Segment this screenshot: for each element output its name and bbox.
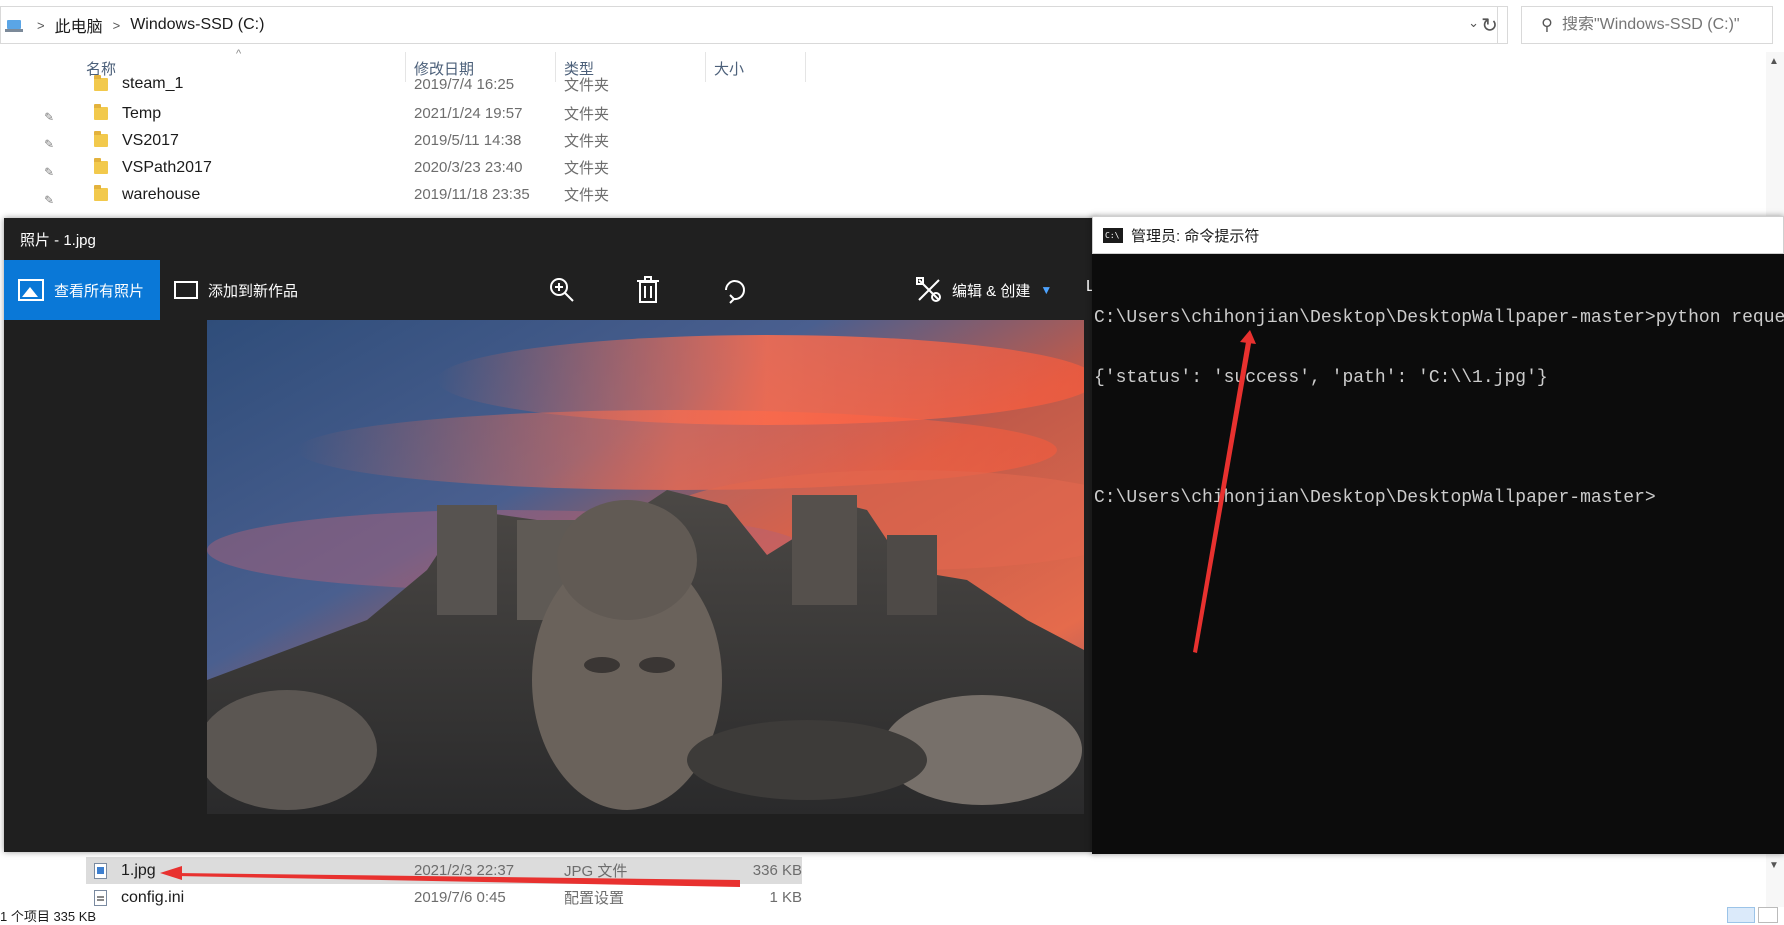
address-bar[interactable]: > 此电脑 > Windows-SSD (C:) ⌄ [0,6,1498,44]
rotate-icon [725,280,745,304]
cmd-output[interactable]: C:\Users\chihonjian\Desktop\DesktopWallp… [1092,254,1784,548]
search-icon: ⚲ [1541,17,1553,34]
this-pc-icon [5,17,27,33]
pin-icon[interactable]: ✏ [41,163,58,180]
pin-icon[interactable]: ✏ [41,135,58,152]
zoom-in-icon [550,278,574,302]
status-bar: 1 个项目 335 KB [0,909,97,924]
cmd-title-bar[interactable]: C:\ 管理员: 命令提示符 [1092,216,1784,254]
search-box[interactable]: ⚲ [1521,6,1773,44]
details-view-button[interactable] [1727,907,1755,923]
scroll-down-icon[interactable]: ▼ [1769,860,1779,871]
scroll-up-icon[interactable]: ▲ [1769,56,1779,67]
table-row[interactable]: 1.jpg 2021/2/3 22:37 JPG 文件 336 KB [86,857,802,884]
large-icons-view-button[interactable] [1758,907,1778,923]
refresh-button[interactable]: ↻ [1472,6,1508,44]
breadcrumb-drive-c[interactable]: Windows-SSD (C:) [130,16,264,34]
rotate-button[interactable] [716,272,752,308]
image-file-icon [94,862,107,879]
delete-button[interactable] [630,272,666,308]
edit-and-create-button[interactable]: 编辑 & 创建 ▼ [916,260,1052,320]
add-to-album-icon [174,281,198,299]
photo-icon [18,279,44,301]
table-row[interactable]: VSPath2017 2020/3/23 23:40 文件夹 [86,154,802,181]
table-row[interactable]: Temp 2021/1/24 19:57 文件夹 [86,100,802,127]
edit-icon [916,277,941,302]
settings-file-icon [94,889,107,906]
photos-toolbar: 查看所有照片 添加到新作品 编辑 & 创建 ▼ L [4,260,1096,320]
trash-icon [637,276,659,303]
pin-icon[interactable]: ✏ [41,191,58,208]
cmd-line [1094,428,1784,448]
cmd-icon: C:\ [1103,227,1123,243]
view-all-photos-button[interactable]: 查看所有照片 [4,260,160,320]
folder-icon [94,185,108,201]
refresh-icon: ↻ [1481,14,1498,37]
window-title: 管理员: 命令提示符 [1131,227,1260,245]
folder-icon [94,158,108,174]
photos-title-bar[interactable]: 照片 - 1.jpg [4,218,1096,260]
photos-app-window: 照片 - 1.jpg 查看所有照片 添加到新作品 编辑 & 创建 ▼ L [4,218,1096,852]
cmd-line: {'status': 'success', 'path': 'C:\\1.jpg… [1094,368,1548,388]
table-row[interactable]: warehouse 2019/11/18 23:35 文件夹 [86,181,802,208]
sort-up-icon: ^ [236,48,242,60]
chevron-right-icon[interactable]: > [37,18,45,33]
table-row[interactable]: VS2017 2019/5/11 14:38 文件夹 [86,127,802,154]
table-row[interactable]: config.ini 2019/7/6 0:45 配置设置 1 KB [86,884,802,911]
chevron-down-icon: ▼ [1040,283,1053,297]
breadcrumb-this-pc[interactable]: 此电脑 [55,13,103,37]
window-title: 照片 - 1.jpg [20,231,96,249]
folder-icon [94,131,108,147]
photo-image[interactable] [207,320,1084,814]
folder-icon [94,74,108,91]
table-row[interactable]: steam_1 2019/7/4 16:25 文件夹 [86,74,802,94]
chevron-right-icon[interactable]: > [113,18,121,33]
zoom-in-button[interactable] [544,272,580,308]
address-row: > 此电脑 > Windows-SSD (C:) ⌄ ↻ ⚲ [0,6,1784,44]
pin-icon[interactable]: ✏ [41,108,58,125]
add-to-creation-button[interactable]: 添加到新作品 [174,260,298,320]
cmd-line: C:\Users\chihonjian\Desktop\DesktopWallp… [1094,308,1784,328]
command-prompt-window: C:\ 管理员: 命令提示符 C:\Users\chihonjian\Deskt… [1092,216,1784,854]
cmd-prompt-line: C:\Users\chihonjian\Desktop\DesktopWallp… [1094,488,1656,508]
folder-icon [94,104,108,120]
search-input[interactable] [1562,16,1762,34]
